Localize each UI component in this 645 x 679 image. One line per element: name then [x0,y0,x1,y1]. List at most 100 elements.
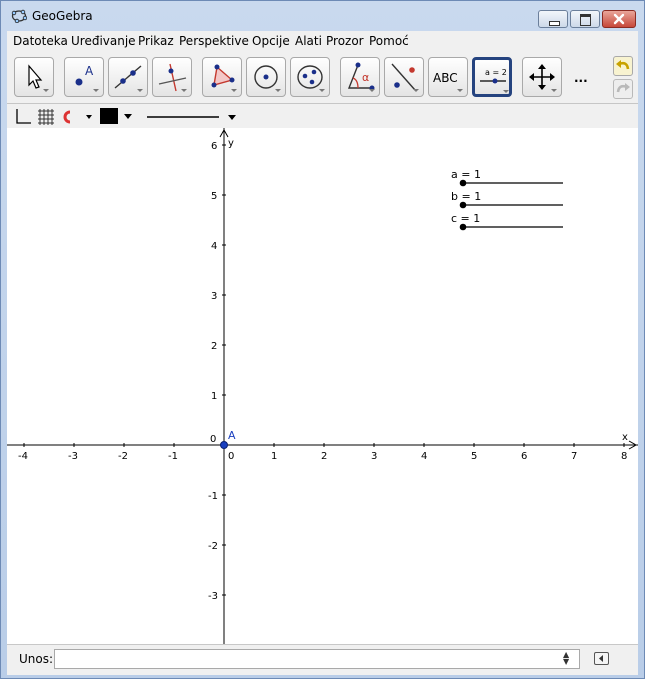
x-tick-label: 3 [371,451,377,462]
x-tick-label: 0 [228,451,234,462]
point-a-label: A [228,429,236,442]
magnet-icon[interactable] [59,107,95,127]
slider-label: b = 1 [451,190,481,203]
close-button[interactable] [602,10,636,28]
y-tick-label: -3 [208,591,218,602]
minimize-button[interactable] [538,10,568,28]
x-tick-label: 1 [271,451,277,462]
y-tick-label: 2 [211,341,217,352]
x-tick-label: -4 [18,451,28,462]
perpendicular-tool-button[interactable] [152,57,192,97]
slider-label: a = 1 [451,168,481,181]
polygon-tool-button[interactable] [202,57,242,97]
line-through-two-points-icon [114,65,143,92]
text-tool-button[interactable]: ABC [428,57,468,97]
line-style-icon[interactable] [145,107,245,127]
y-tick-label: 5 [211,191,217,202]
x-tick-label: -2 [118,451,128,462]
menu-bar: Datoteka Uređivanje Prikaz Perspektive O… [7,31,638,54]
point-tool-label: A [85,64,94,78]
geogebra-logo-icon [11,9,27,23]
x-tick-label: 4 [421,451,427,462]
perpendicular-line-icon [158,63,187,92]
grid-icon[interactable] [36,107,56,127]
undo-icon [616,60,630,70]
keyboard-toggle-icon [599,655,603,662]
style-bar [7,103,638,130]
circle-center-point-icon [254,65,281,92]
input-history-spinner[interactable]: ▲ ▼ [563,651,569,666]
x-tick-label: 8 [621,451,627,462]
move-graphics-tool-button[interactable] [522,57,562,97]
color-swatch-button[interactable] [100,108,118,124]
keyboard-toggle-button[interactable] [594,652,609,665]
x-tick-label: 6 [521,451,527,462]
axes-icon[interactable] [13,107,33,127]
slider-handle [459,201,467,209]
angle-icon: α [347,62,375,92]
x-tick-label: -1 [168,451,178,462]
input-field[interactable] [54,649,580,669]
close-icon [613,13,625,25]
text-tool-label: ABC [433,71,458,85]
slider-tool-button[interactable]: a = 2 [472,57,512,97]
undo-button[interactable] [613,56,633,76]
y-tick-label: 4 [211,241,217,252]
menu-perspektive[interactable]: Perspektive [179,34,249,48]
line-tool-button[interactable] [108,57,148,97]
redo-icon [616,83,630,93]
window-title: GeoGebra [32,9,93,23]
polygon-icon [211,64,237,92]
slider-handle [459,179,467,187]
arrow-pointer-icon [28,64,49,92]
move-graphics-view-icon [529,64,557,92]
input-label: Unos: [19,652,54,666]
slider-icon: a = 2 [480,68,509,93]
coordinate-plane[interactable]: x y -4 -3 -2 -1 0 1 2 3 4 5 6 7 8 6 5 4 3 2 1 -1 -2 -3 0 Aa = 1 b … [7,128,638,644]
geogebra-window: GeoGebra Datoteka Uređivanje Prikaz Pers… [0,0,645,679]
menu-opcije[interactable]: Opcije [252,34,290,48]
maximize-button[interactable] [570,10,600,28]
angle-tool-button[interactable]: α [340,57,380,97]
spinner-down-icon[interactable]: ▼ [563,658,569,666]
x-tick-label: 7 [571,451,577,462]
more-tools-button[interactable]: ... [574,71,588,85]
minimize-icon [549,21,560,26]
y-tick-label: -1 [208,491,218,502]
y-axis-label: y [228,138,234,149]
y-tick-label: 3 [211,291,217,302]
chevron-down-icon[interactable] [123,113,133,121]
graphics-view[interactable]: x y -4 -3 -2 -1 0 1 2 3 4 5 6 7 8 6 5 4 3 2 1 -1 -2 -3 0 Aa = 1 b … [7,128,638,644]
menu-alati[interactable]: Alati [295,34,322,48]
origin-label: 0 [210,434,216,445]
text-icon: ABC [433,71,463,92]
circle-tool-button[interactable] [246,57,286,97]
point-a [220,441,228,449]
angle-tool-label: α [362,71,369,84]
point-tool-button[interactable]: A [64,57,104,97]
menu-pomoc[interactable]: Pomoć [369,34,409,48]
x-tick-label: -3 [68,451,78,462]
slider-handle [459,223,467,231]
slider-tool-label: a = 2 [485,68,507,77]
x-tick-label: 2 [321,451,327,462]
y-tick-label: -2 [208,541,218,552]
slider-label: c = 1 [451,212,480,225]
ellipse-icon [297,65,325,92]
point-icon: A [75,64,99,92]
menu-prozor[interactable]: Prozor [326,34,364,48]
reflect-about-line-icon [391,63,419,92]
y-tick-label: 6 [211,141,217,152]
menu-uredivanje[interactable]: Uređivanje [71,34,136,48]
conic-tool-button[interactable] [290,57,330,97]
y-tick-label: 1 [211,391,217,402]
reflect-tool-button[interactable] [384,57,424,97]
menu-datoteka[interactable]: Datoteka [13,34,68,48]
tool-bar: A α ABC a = 2 ... [7,53,638,103]
input-bar: Unos: ▲ ▼ [7,644,638,675]
redo-button[interactable] [613,79,633,99]
x-axis-label: x [622,432,628,443]
move-tool-button[interactable] [14,57,54,97]
menu-prikaz[interactable]: Prikaz [138,34,174,48]
title-bar[interactable]: GeoGebra [1,1,644,31]
